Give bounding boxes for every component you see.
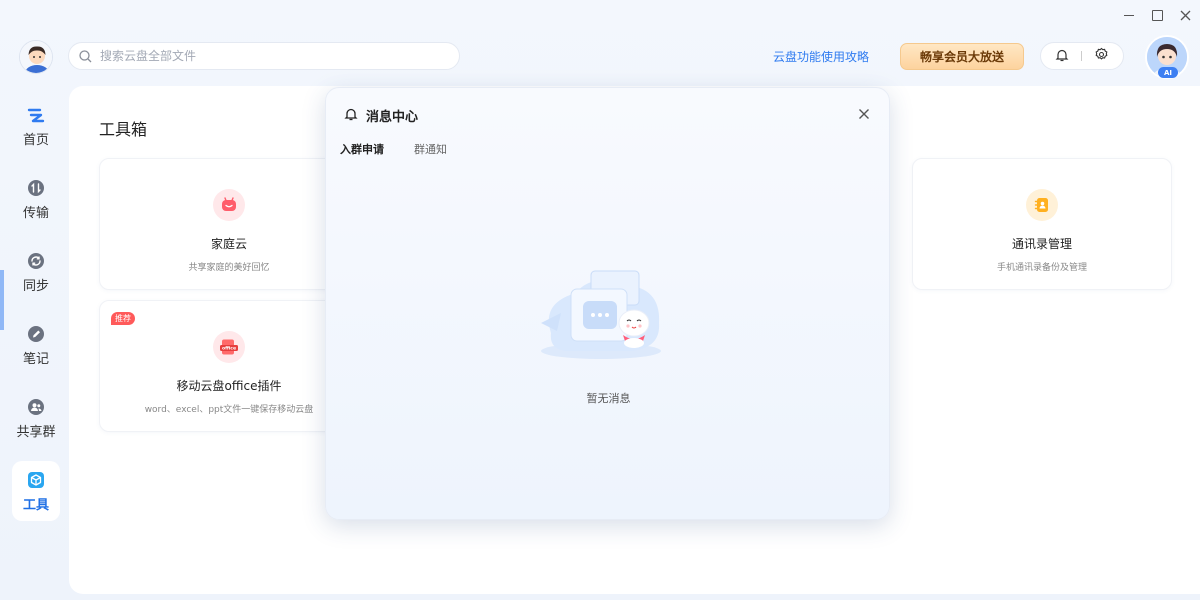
message-center-panel: 消息中心 入群申请 群通知 暂无消息	[325, 87, 890, 520]
card-title: 移动云盘office插件	[176, 379, 282, 393]
tab-join-requests[interactable]: 入群申请	[340, 141, 384, 157]
close-icon[interactable]	[857, 106, 871, 120]
tool-card-family-cloud[interactable]: 家庭云 共享家庭的美好回忆	[99, 158, 359, 290]
recommend-badge: 推荐	[111, 312, 135, 325]
sidebar-item-sync[interactable]: 同步	[12, 242, 60, 302]
bell-icon	[344, 107, 358, 125]
sidebar-item-tools[interactable]: 工具	[12, 461, 60, 521]
empty-state-illustration	[531, 263, 671, 363]
ai-badge: AI	[1158, 67, 1178, 78]
gear-icon[interactable]	[1094, 47, 1109, 66]
header-icon-group	[1040, 42, 1124, 70]
sidebar-item-label: 同步	[22, 278, 49, 294]
sidebar-item-label: 工具	[22, 497, 49, 513]
minimize-icon[interactable]	[1120, 6, 1138, 24]
tool-card-contacts[interactable]: 通讯录管理 手机通讯录备份及管理	[912, 158, 1172, 290]
card-title: 家庭云	[210, 237, 247, 251]
card-description: 共享家庭的美好回忆	[188, 263, 270, 273]
maximize-icon[interactable]	[1148, 6, 1166, 24]
card-description: word、excel、ppt文件一键保存移动云盘	[144, 405, 314, 415]
user-avatar[interactable]	[19, 40, 53, 74]
sync-icon	[26, 251, 46, 271]
card-title: 通讯录管理	[1011, 237, 1072, 251]
sidebar-item-label: 传输	[22, 205, 49, 221]
sidebar-item-label: 共享群	[16, 424, 56, 440]
office-plugin-icon: office	[213, 331, 245, 363]
sidebar-item-label: 笔记	[22, 351, 49, 367]
sidebar-item-share-group[interactable]: 共享群	[12, 388, 60, 448]
panel-tabs: 入群申请 群通知	[340, 141, 447, 157]
window-controls	[1120, 6, 1194, 24]
contacts-icon	[1026, 189, 1058, 221]
empty-state-text: 暂无消息	[586, 392, 631, 405]
share-group-icon	[26, 397, 46, 417]
panel-title: 消息中心	[366, 110, 419, 125]
page-title: 工具箱	[99, 120, 148, 139]
tab-group-notices[interactable]: 群通知	[414, 141, 447, 157]
toolbox-icon	[26, 470, 46, 490]
sidebar-nav: 首页 传输 同步 笔记 共享群 工具	[12, 96, 60, 534]
transfer-icon	[26, 178, 46, 198]
sidebar-item-notes[interactable]: 笔记	[12, 315, 60, 375]
search-box[interactable]	[68, 42, 460, 70]
cloud-home-icon	[26, 105, 46, 125]
family-cloud-icon	[213, 189, 245, 221]
edge-decoration	[0, 270, 4, 330]
guide-link[interactable]: 云盘功能使用攻略	[773, 48, 869, 65]
tool-card-office-plugin[interactable]: office 移动云盘office插件 word、excel、ppt文件一键保存…	[99, 300, 359, 432]
note-icon	[26, 324, 46, 344]
app-window: 云盘功能使用攻略 畅享会员大放送 AI	[0, 0, 1200, 600]
bell-icon[interactable]	[1055, 47, 1069, 66]
divider	[1081, 51, 1082, 61]
vip-promo-button[interactable]: 畅享会员大放送	[900, 43, 1024, 70]
card-description: 手机通讯录备份及管理	[996, 263, 1087, 273]
panel-header: 消息中心	[344, 106, 418, 125]
close-window-icon[interactable]	[1176, 6, 1194, 24]
search-icon	[79, 49, 92, 62]
search-input[interactable]	[100, 49, 430, 63]
sidebar-item-home[interactable]: 首页	[12, 96, 60, 156]
sidebar-item-label: 首页	[22, 132, 49, 148]
sidebar-item-transfer[interactable]: 传输	[12, 169, 60, 229]
svg-text:office: office	[222, 346, 236, 352]
